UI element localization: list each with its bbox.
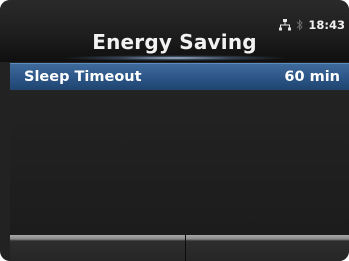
printer-display-screen: Energy Saving 18:43 Sleep Timeout 60 min [0,0,349,261]
clock: 18:43 [308,18,345,32]
softkey-bar [10,235,349,261]
menu-item-sleep-timeout[interactable]: Sleep Timeout 60 min [10,63,349,90]
menu-item-label: Sleep Timeout [24,69,142,85]
title-bar: Energy Saving 18:43 [0,0,349,62]
title-underline-glow [60,55,290,61]
bluetooth-icon [297,19,304,31]
softkey-left-button[interactable] [10,235,186,261]
softkey-right-button[interactable] [186,235,349,261]
menu-list-area [10,90,349,235]
page-title: Energy Saving [92,30,257,54]
menu-item-value: 60 min [284,69,340,85]
network-icon [279,19,292,31]
status-area: 18:43 [279,18,345,32]
